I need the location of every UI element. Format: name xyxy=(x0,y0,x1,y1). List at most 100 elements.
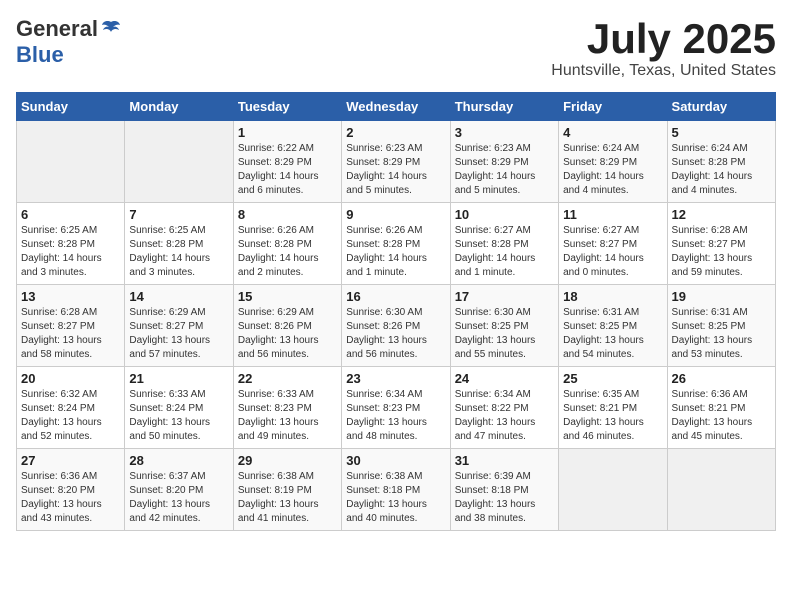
day-number: 22 xyxy=(238,371,337,386)
day-number: 24 xyxy=(455,371,554,386)
day-info: Sunrise: 6:29 AM Sunset: 8:26 PM Dayligh… xyxy=(238,306,337,362)
day-number: 16 xyxy=(346,289,445,304)
calendar-cell: 12 Sunrise: 6:28 AM Sunset: 8:27 PM Dayli… xyxy=(667,203,775,285)
day-info: Sunrise: 6:25 AM Sunset: 8:28 PM Dayligh… xyxy=(129,224,228,280)
day-info: Sunrise: 6:31 AM Sunset: 8:25 PM Dayligh… xyxy=(672,306,771,362)
day-number: 15 xyxy=(238,289,337,304)
day-info: Sunrise: 6:30 AM Sunset: 8:25 PM Dayligh… xyxy=(455,306,554,362)
day-info: Sunrise: 6:34 AM Sunset: 8:22 PM Dayligh… xyxy=(455,388,554,444)
calendar-cell: 9Sunrise: 6:26 AM Sunset: 8:28 PM Daylig… xyxy=(342,203,450,285)
calendar-cell: 8 Sunrise: 6:26 AM Sunset: 8:28 PM Daylig… xyxy=(233,203,341,285)
day-number: 13 xyxy=(21,289,120,304)
logo: General Blue xyxy=(16,16,122,68)
calendar-cell: 17 Sunrise: 6:30 AM Sunset: 8:25 PM Dayli… xyxy=(450,285,558,367)
day-number: 6 xyxy=(21,207,120,222)
day-number: 9 xyxy=(346,207,445,222)
day-number: 31 xyxy=(455,453,554,468)
calendar-cell: 14 Sunrise: 6:29 AM Sunset: 8:27 PM Dayli… xyxy=(125,285,233,367)
calendar-cell: 28Sunrise: 6:37 AM Sunset: 8:20 PM Dayli… xyxy=(125,449,233,531)
day-info: Sunrise: 6:29 AM Sunset: 8:27 PM Dayligh… xyxy=(129,306,228,362)
day-number: 14 xyxy=(129,289,228,304)
day-number: 30 xyxy=(346,453,445,468)
calendar-week-row: 1Sunrise: 6:22 AM Sunset: 8:29 PM Daylig… xyxy=(17,121,776,203)
day-info: Sunrise: 6:27 AM Sunset: 8:28 PM Dayligh… xyxy=(455,224,554,280)
calendar-week-row: 27Sunrise: 6:36 AM Sunset: 8:20 PM Dayli… xyxy=(17,449,776,531)
day-info: Sunrise: 6:35 AM Sunset: 8:21 PM Dayligh… xyxy=(563,388,662,444)
day-info: Sunrise: 6:31 AM Sunset: 8:25 PM Dayligh… xyxy=(563,306,662,362)
calendar-cell: 15 Sunrise: 6:29 AM Sunset: 8:26 PM Dayli… xyxy=(233,285,341,367)
calendar-cell: 6Sunrise: 6:25 AM Sunset: 8:28 PM Daylig… xyxy=(17,203,125,285)
day-info: Sunrise: 6:38 AM Sunset: 8:18 PM Dayligh… xyxy=(346,470,445,526)
day-info: Sunrise: 6:33 AM Sunset: 8:23 PM Dayligh… xyxy=(238,388,337,444)
calendar-cell: 22 Sunrise: 6:33 AM Sunset: 8:23 PM Dayli… xyxy=(233,367,341,449)
day-info: Sunrise: 6:28 AM Sunset: 8:27 PM Dayligh… xyxy=(21,306,120,362)
calendar-cell: 16 Sunrise: 6:30 AM Sunset: 8:26 PM Dayli… xyxy=(342,285,450,367)
day-number: 29 xyxy=(238,453,337,468)
day-info: Sunrise: 6:24 AM Sunset: 8:28 PM Dayligh… xyxy=(672,142,771,198)
day-info: Sunrise: 6:33 AM Sunset: 8:24 PM Dayligh… xyxy=(129,388,228,444)
day-info: Sunrise: 6:22 AM Sunset: 8:29 PM Dayligh… xyxy=(238,142,337,198)
calendar-cell: 30 Sunrise: 6:38 AM Sunset: 8:18 PM Dayli… xyxy=(342,449,450,531)
calendar-cell: 5 Sunrise: 6:24 AM Sunset: 8:28 PM Daylig… xyxy=(667,121,775,203)
calendar-cell: 4Sunrise: 6:24 AM Sunset: 8:29 PM Daylig… xyxy=(559,121,667,203)
calendar-cell: 1Sunrise: 6:22 AM Sunset: 8:29 PM Daylig… xyxy=(233,121,341,203)
calendar-cell: 18 Sunrise: 6:31 AM Sunset: 8:25 PM Dayli… xyxy=(559,285,667,367)
day-number: 12 xyxy=(672,207,771,222)
calendar-cell: 20 Sunrise: 6:32 AM Sunset: 8:24 PM Dayli… xyxy=(17,367,125,449)
column-header-saturday: Saturday xyxy=(667,93,775,121)
calendar-week-row: 13 Sunrise: 6:28 AM Sunset: 8:27 PM Dayli… xyxy=(17,285,776,367)
logo-blue-text: Blue xyxy=(16,42,64,68)
calendar-cell: 19Sunrise: 6:31 AM Sunset: 8:25 PM Dayli… xyxy=(667,285,775,367)
day-info: Sunrise: 6:23 AM Sunset: 8:29 PM Dayligh… xyxy=(346,142,445,198)
day-number: 5 xyxy=(672,125,771,140)
calendar-cell: 11 Sunrise: 6:27 AM Sunset: 8:27 PM Dayli… xyxy=(559,203,667,285)
day-number: 18 xyxy=(563,289,662,304)
logo-bird-icon xyxy=(100,18,122,40)
day-number: 26 xyxy=(672,371,771,386)
day-number: 21 xyxy=(129,371,228,386)
column-header-tuesday: Tuesday xyxy=(233,93,341,121)
day-info: Sunrise: 6:24 AM Sunset: 8:29 PM Dayligh… xyxy=(563,142,662,198)
day-number: 7 xyxy=(129,207,228,222)
day-number: 25 xyxy=(563,371,662,386)
day-info: Sunrise: 6:36 AM Sunset: 8:21 PM Dayligh… xyxy=(672,388,771,444)
day-info: Sunrise: 6:23 AM Sunset: 8:29 PM Dayligh… xyxy=(455,142,554,198)
calendar-cell: 13 Sunrise: 6:28 AM Sunset: 8:27 PM Dayli… xyxy=(17,285,125,367)
day-number: 23 xyxy=(346,371,445,386)
day-number: 20 xyxy=(21,371,120,386)
calendar-header-row: SundayMondayTuesdayWednesdayThursdayFrid… xyxy=(17,93,776,121)
calendar-cell: 10Sunrise: 6:27 AM Sunset: 8:28 PM Dayli… xyxy=(450,203,558,285)
calendar-cell: 3 Sunrise: 6:23 AM Sunset: 8:29 PM Daylig… xyxy=(450,121,558,203)
calendar-week-row: 20 Sunrise: 6:32 AM Sunset: 8:24 PM Dayli… xyxy=(17,367,776,449)
day-info: Sunrise: 6:27 AM Sunset: 8:27 PM Dayligh… xyxy=(563,224,662,280)
day-info: Sunrise: 6:34 AM Sunset: 8:23 PM Dayligh… xyxy=(346,388,445,444)
day-number: 17 xyxy=(455,289,554,304)
day-info: Sunrise: 6:28 AM Sunset: 8:27 PM Dayligh… xyxy=(672,224,771,280)
calendar-week-row: 6 Sunrise: 6:25 AM Sunset: 8:28 PM Daylig… xyxy=(17,203,776,285)
day-number: 11 xyxy=(563,207,662,222)
calendar-cell: 26 Sunrise: 6:36 AM Sunset: 8:21 PM Dayli… xyxy=(667,367,775,449)
logo-general-text: General xyxy=(16,16,98,42)
column-header-friday: Friday xyxy=(559,93,667,121)
title-block: July 2025 Huntsville, Texas, United Stat… xyxy=(551,16,776,80)
day-info: Sunrise: 6:36 AM Sunset: 8:20 PM Dayligh… xyxy=(21,470,120,526)
calendar-cell: 31 Sunrise: 6:39 AM Sunset: 8:18 PM Dayli… xyxy=(450,449,558,531)
location-text: Huntsville, Texas, United States xyxy=(551,62,776,80)
day-info: Sunrise: 6:38 AM Sunset: 8:19 PM Dayligh… xyxy=(238,470,337,526)
day-info: Sunrise: 6:30 AM Sunset: 8:26 PM Dayligh… xyxy=(346,306,445,362)
day-number: 8 xyxy=(238,207,337,222)
calendar-table: SundayMondayTuesdayWednesdayThursdayFrid… xyxy=(16,92,776,531)
calendar-cell xyxy=(125,121,233,203)
calendar-cell xyxy=(559,449,667,531)
calendar-cell: 2Sunrise: 6:23 AM Sunset: 8:29 PM Daylig… xyxy=(342,121,450,203)
day-info: Sunrise: 6:39 AM Sunset: 8:18 PM Dayligh… xyxy=(455,470,554,526)
column-header-thursday: Thursday xyxy=(450,93,558,121)
column-header-sunday: Sunday xyxy=(17,93,125,121)
calendar-cell xyxy=(17,121,125,203)
calendar-cell: 24 Sunrise: 6:34 AM Sunset: 8:22 PM Dayli… xyxy=(450,367,558,449)
day-info: Sunrise: 6:26 AM Sunset: 8:28 PM Dayligh… xyxy=(238,224,337,280)
column-header-monday: Monday xyxy=(125,93,233,121)
day-info: Sunrise: 6:32 AM Sunset: 8:24 PM Dayligh… xyxy=(21,388,120,444)
calendar-cell: 7 Sunrise: 6:25 AM Sunset: 8:28 PM Daylig… xyxy=(125,203,233,285)
day-number: 3 xyxy=(455,125,554,140)
